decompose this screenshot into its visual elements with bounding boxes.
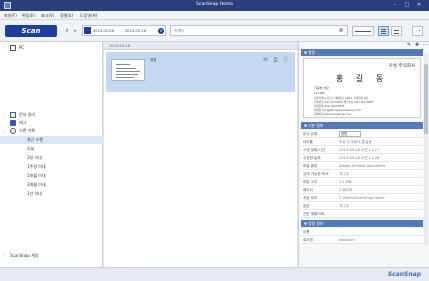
sidebar-item-3days[interactable]: 3일 이내 <box>0 154 103 162</box>
menu-bar: 파일(F) 편집(E) 표시(V) 정렬(S) 도움말(H) <box>0 11 429 20</box>
card-person-name: 홍 길 동 <box>335 74 389 83</box>
mail-icon[interactable]: ✉ <box>262 57 269 64</box>
preview-section-header[interactable]: ▼ 명함 <box>301 49 423 56</box>
scan-button[interactable]: Scan <box>5 25 57 37</box>
tag-icon <box>10 120 16 126</box>
details-scrollbar[interactable] <box>424 54 428 246</box>
date-to: 2019-05-18 <box>125 29 146 33</box>
sidebar-item-1week[interactable]: 1주일 이내 <box>0 163 103 171</box>
menu-view[interactable]: 표시(V) <box>41 13 54 19</box>
card-job-title: 기획부 차장 <box>314 86 329 90</box>
prop-row: 스캔 날짜/시간 2019-05-18 오전 11:27 <box>301 146 423 154</box>
prop-row: 파일 종류 Adobe Acrobat Document <box>301 162 423 170</box>
sidebar-item-organize[interactable]: › 문서 정리 <box>0 111 103 119</box>
prop-row: 수정한 날짜 2019-05-18 오전 11:28 <box>301 154 423 162</box>
calendar-icon <box>84 27 91 34</box>
prop-row: 저장 위치 C:\Users\ScanSnap Home <box>301 194 423 202</box>
sidebar-item-account[interactable]: › ScanSnap 계정 <box>0 252 103 260</box>
card-company: 우성 주식회사 <box>388 64 415 69</box>
sidebar-item-history[interactable]: ⌄ 스캔 기록 <box>0 127 103 135</box>
prop-row: 페이지 2 페이지 <box>301 186 423 194</box>
title-bar: ScanSnap Home – □ ✕ <box>0 0 429 11</box>
search-icon[interactable]: ⌕ <box>63 27 71 35</box>
card-line: 홈페이지 www.wooseong.co.kr <box>314 113 352 116</box>
title-field[interactable]: 우성 주식회사_홍길동 <box>339 138 372 146</box>
sidebar-item-1month[interactable]: 1개월 이내 <box>0 172 103 180</box>
prop-row: 타이틀 우성 주식회사_홍길동 <box>301 138 423 146</box>
chevron-down-icon[interactable]: ▾ <box>71 27 79 35</box>
menu-edit[interactable]: 편집(E) <box>22 13 35 19</box>
add-icon[interactable]: ✚ <box>414 42 420 48</box>
prop-row: 검색 가능한 PDF 아니오 <box>301 170 423 178</box>
prop-row: 잠금 아니오 <box>301 202 423 210</box>
card-info-header[interactable]: ▼ 명함 정보 <box>301 220 423 227</box>
sidebar-item-recent[interactable]: 최근 스캔 <box>0 136 103 144</box>
export-button[interactable] <box>352 26 374 36</box>
chevron-right-icon[interactable]: › <box>3 111 4 119</box>
menu-help[interactable]: 도움말(H) <box>80 13 97 19</box>
chevron-right-icon[interactable]: › <box>3 252 4 260</box>
list-view-button[interactable] <box>378 26 389 36</box>
date-separator: - <box>122 29 124 33</box>
status-bar: ScanSnap <box>0 267 429 281</box>
details-pane: ✎ ✚ ⋯ ▼ 명함 우성 주식회사 홍 길 동 기획부 차장 135-081 … <box>298 42 429 267</box>
scrollbar-thumb[interactable] <box>424 64 428 134</box>
window-title: ScanSnap Home <box>196 2 233 7</box>
maximize-button[interactable]: □ <box>403 2 411 9</box>
panel-toggle-button[interactable] <box>412 26 423 36</box>
document-type-label: 명함 <box>150 58 157 62</box>
keyword-search[interactable]: ⊗ <box>170 25 348 36</box>
prop-row: 문서 유형 명함 <box>301 130 423 138</box>
document-thumbnail[interactable] <box>111 59 145 81</box>
date-range-filter[interactable]: 2019-05-08 - 2019-05-18 × <box>82 25 166 36</box>
document-card[interactable]: 명함 ✉ ⎙ ⓘ <box>106 52 295 92</box>
company-field[interactable]: wooseon <box>339 236 355 244</box>
document-type-select[interactable]: 명함 <box>339 131 361 137</box>
sidebar: › PC › 문서 정리 태그 ⌄ 스캔 기록 최근 스캔 오늘 3일 이내 1… <box>0 42 103 267</box>
folder-icon <box>10 112 16 118</box>
document-list: 2019-05-18 명함 ✉ ⎙ ⓘ <box>104 42 297 267</box>
card-line: 135-081 <box>314 92 325 95</box>
date-from: 2019-05-08 <box>93 29 114 33</box>
details-toolbar: ✎ ✚ ⋯ <box>299 42 429 48</box>
sidebar-item-pc[interactable]: › PC <box>0 44 103 52</box>
menu-sort[interactable]: 정렬(S) <box>60 13 73 19</box>
chevron-right-icon[interactable]: › <box>3 44 4 52</box>
sidebar-item-3months[interactable]: 3개월 이내 <box>0 181 103 189</box>
clear-date-icon[interactable]: × <box>158 28 164 34</box>
business-card-preview: 우성 주식회사 홍 길 동 기획부 차장 135-081 서울특별시 강남구 테… <box>303 58 421 118</box>
toolbar: Scan ⌕ ▾ 2019-05-08 - 2019-05-18 × ⊗ <box>0 20 429 42</box>
more-icon[interactable]: ⋯ <box>422 42 428 48</box>
keyword-clear-icon[interactable]: ⊗ <box>337 27 345 35</box>
edit-icon[interactable]: ✎ <box>406 42 412 48</box>
sidebar-item-tags[interactable]: 태그 <box>0 119 103 127</box>
sidebar-item-today[interactable]: 오늘 <box>0 145 103 153</box>
minimize-button[interactable]: – <box>391 2 399 9</box>
prop-row: 파일 크기 1.1 MB <box>301 178 423 186</box>
sidebar-item-1year[interactable]: 1년 이내 <box>0 190 103 198</box>
list-header: 2019-05-18 <box>104 42 297 50</box>
chevron-down-icon[interactable]: ⌄ <box>3 127 6 135</box>
clock-icon <box>10 128 16 134</box>
group-date-label: 2019-05-18 <box>109 44 130 48</box>
info-icon[interactable]: ⓘ <box>282 57 289 64</box>
grid-view-button[interactable] <box>391 26 402 36</box>
computer-icon <box>10 45 16 51</box>
prop-row: 관련 애플리케... <box>301 210 423 218</box>
print-icon[interactable]: ⎙ <box>272 57 279 64</box>
close-button[interactable]: ✕ <box>415 2 423 9</box>
basic-info-header[interactable]: ▼ 기본 정보 <box>301 122 423 129</box>
prop-row: 이름 <box>301 228 423 236</box>
menu-file[interactable]: 파일(F) <box>4 13 17 19</box>
brand-logo: ScanSnap <box>387 271 421 278</box>
prop-row: 회사명 wooseon <box>301 236 423 244</box>
keyword-input[interactable] <box>171 26 331 35</box>
